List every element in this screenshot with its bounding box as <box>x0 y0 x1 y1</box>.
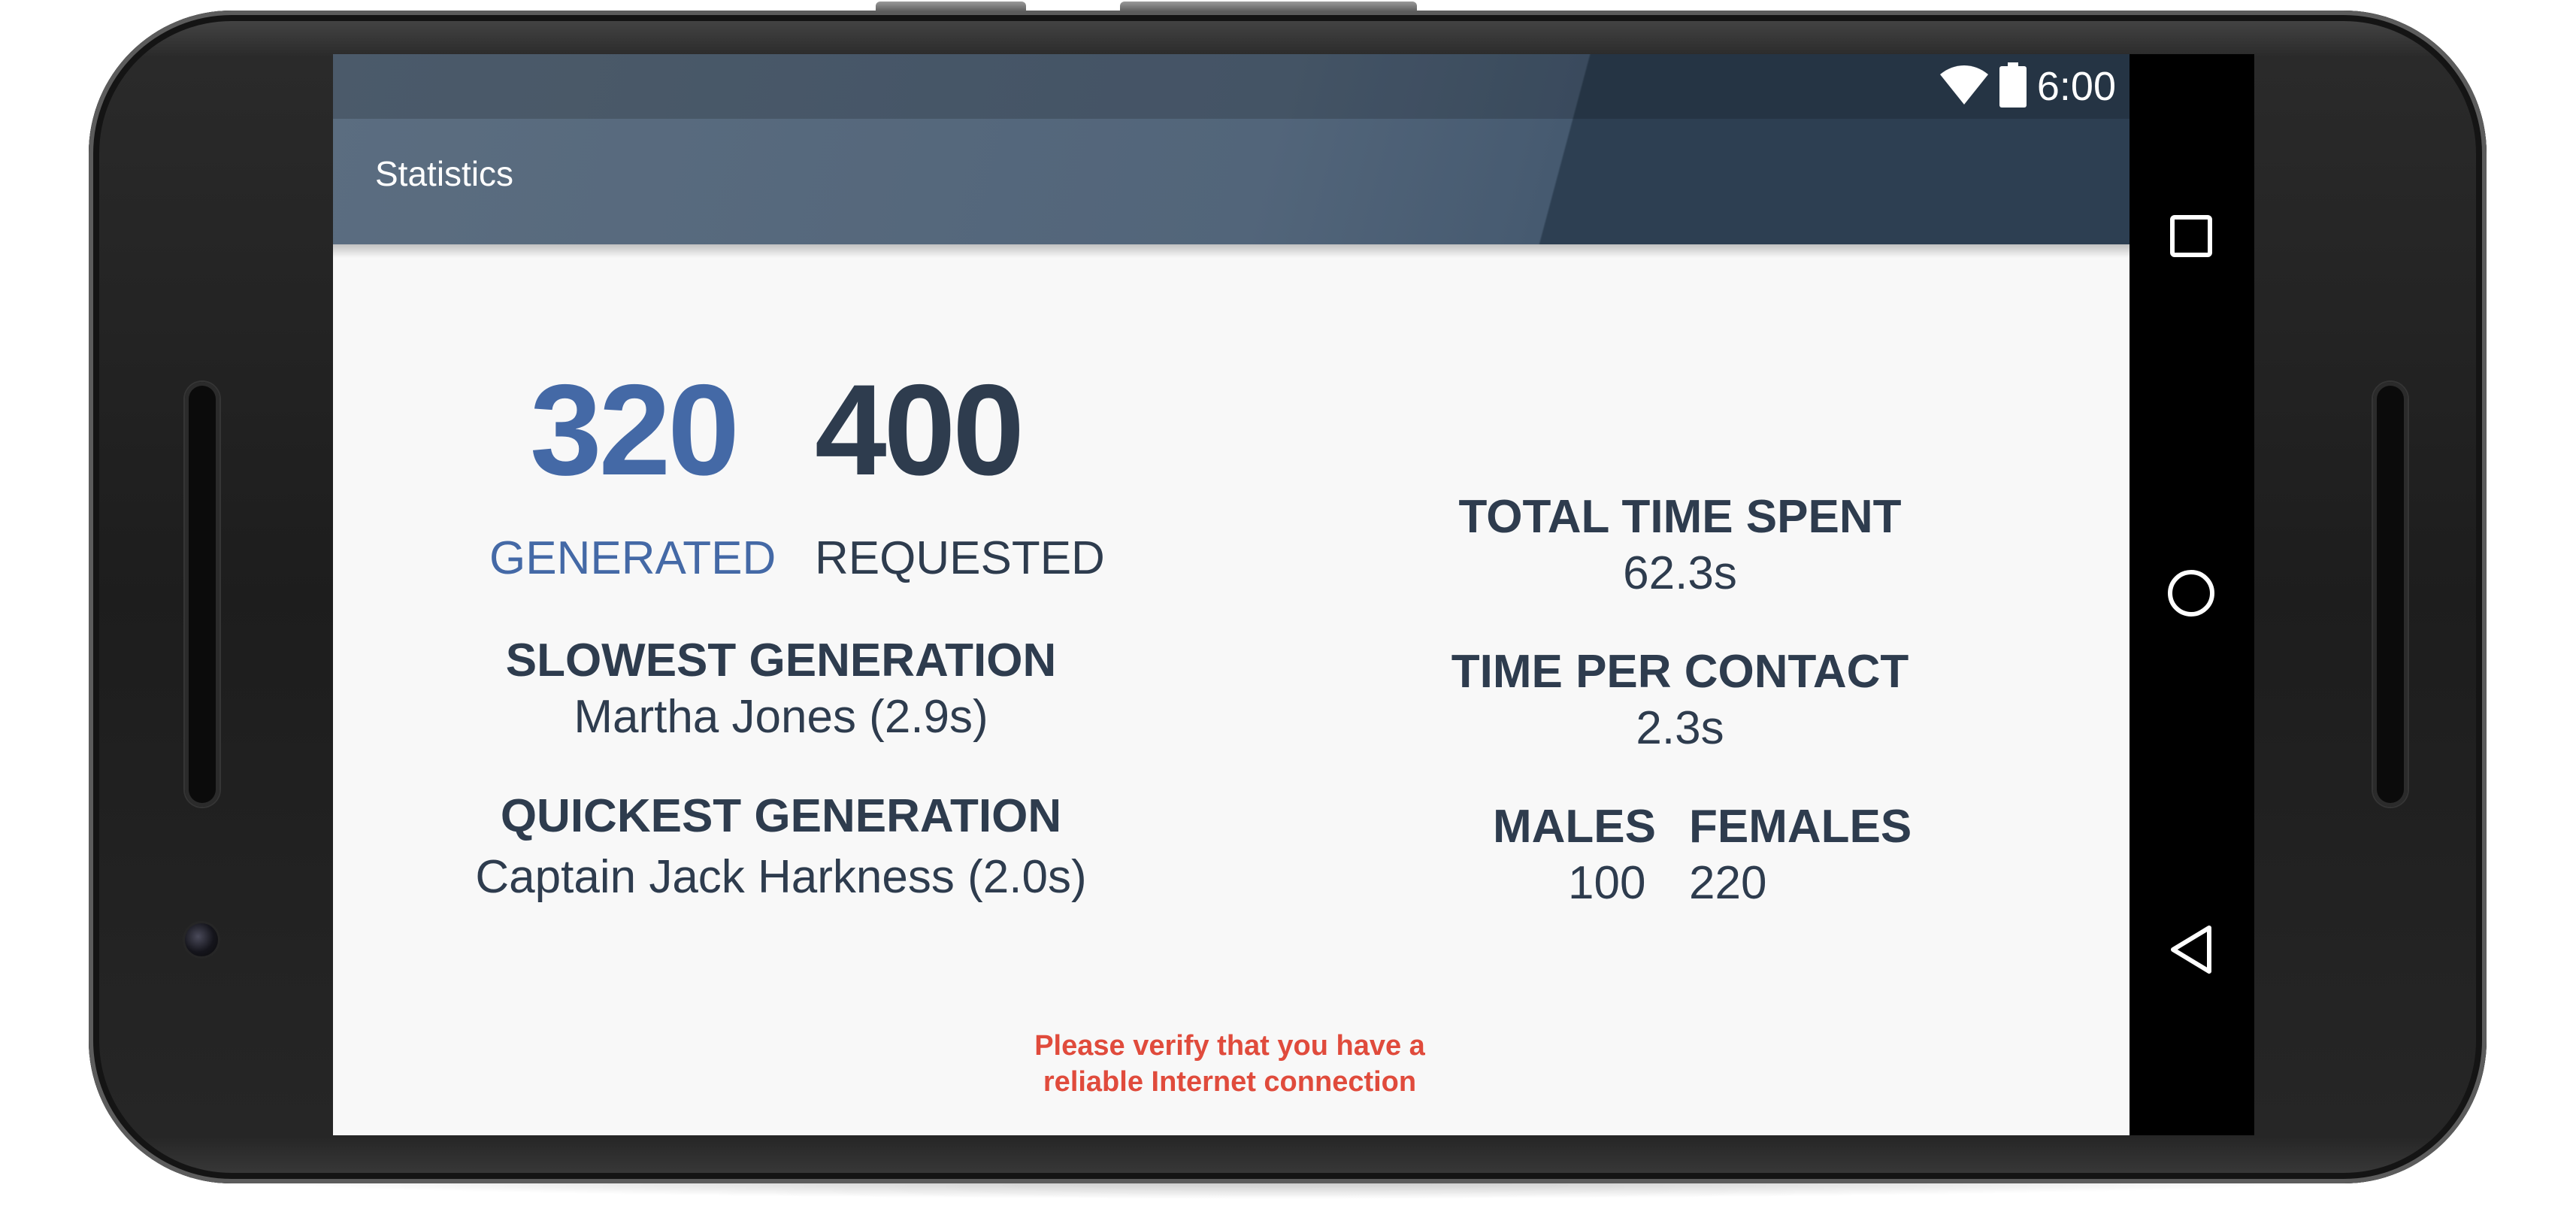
females-value: 220 <box>1689 857 1767 909</box>
generated-count: 320 <box>530 358 740 502</box>
status-bar: 6:00 <box>333 54 2130 119</box>
warning-line-1: Please verify that you have a <box>1034 1030 1425 1062</box>
males-value: 100 <box>1568 857 1646 909</box>
warning-line-2: reliable Internet connection <box>1043 1066 1417 1098</box>
recents-button[interactable] <box>2152 198 2230 277</box>
slowest-generation-value: Martha Jones (2.9s) <box>574 691 988 743</box>
back-button[interactable] <box>2152 912 2230 990</box>
status-icons: 6:00 <box>1939 62 2116 111</box>
navigation-bar <box>2130 54 2254 1135</box>
wifi-icon <box>1939 64 1989 109</box>
battery-icon <box>1999 62 2027 111</box>
quickest-generation-value: Captain Jack Harkness (2.0s) <box>475 851 1087 903</box>
requested-count: 400 <box>815 358 1025 502</box>
slowest-generation-heading: SLOWEST GENERATION <box>505 635 1057 686</box>
males-heading: MALES <box>1493 801 1656 853</box>
requested-label: REQUESTED <box>815 532 1105 584</box>
device-mockup: 6:00 Statistics 320 400 GENERATED REQUES… <box>0 0 2576 1218</box>
app-area: 6:00 Statistics 320 400 GENERATED REQUES… <box>333 54 2130 1135</box>
time-per-contact-value: 2.3s <box>1636 702 1724 754</box>
volume-button <box>876 2 1026 12</box>
back-triangle-icon <box>2167 923 2215 979</box>
generated-label: GENERATED <box>489 532 776 584</box>
power-button <box>1120 2 1417 12</box>
app-bar-shadow <box>333 244 2130 258</box>
front-camera <box>185 923 218 956</box>
recents-square-icon <box>2169 214 2214 262</box>
time-per-contact-heading: TIME PER CONTACT <box>1451 646 1909 698</box>
females-heading: FEMALES <box>1689 801 1912 853</box>
right-speaker <box>2373 382 2408 807</box>
left-speaker <box>185 382 219 807</box>
quickest-generation-heading: QUICKEST GENERATION <box>500 790 1062 842</box>
connection-warning: Please verify that you have a reliable I… <box>1034 1028 1425 1100</box>
screen: 6:00 Statistics 320 400 GENERATED REQUES… <box>333 54 2254 1135</box>
total-time-value: 62.3s <box>1623 547 1737 599</box>
total-time-heading: TOTAL TIME SPENT <box>1458 491 1902 543</box>
toolbar-title: Statistics <box>375 154 514 193</box>
stats-content: 320 400 GENERATED REQUESTED SLOWEST GENE… <box>333 244 2130 1135</box>
home-circle-icon <box>2166 568 2216 621</box>
status-time: 6:00 <box>2036 64 2116 109</box>
home-button[interactable] <box>2152 556 2230 634</box>
